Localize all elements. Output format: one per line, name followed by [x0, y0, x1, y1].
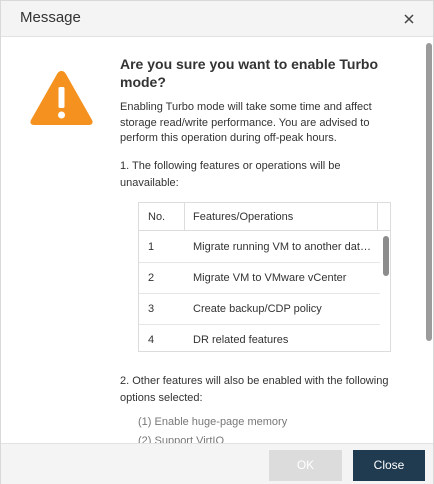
- table-header: No. Features/Operations: [139, 203, 390, 231]
- row-number: 4: [148, 334, 155, 346]
- row-feature: Create backup/CDP policy: [193, 303, 322, 315]
- table-row: 4 DR related features: [139, 325, 380, 351]
- close-button[interactable]: Close: [353, 450, 425, 481]
- unavailable-features-label: 1. The following features or operations …: [120, 160, 341, 189]
- dialog-heading: Are you sure you want to enable Turbo mo…: [120, 56, 378, 90]
- column-header-features: Features/Operations: [193, 211, 294, 223]
- table-scrollbar[interactable]: [383, 236, 389, 276]
- message-dialog: Message Are you sure you want to enable …: [0, 0, 434, 484]
- dialog-scrollbar[interactable]: [426, 43, 432, 341]
- column-header-no: No.: [148, 211, 166, 223]
- dialog-description: Enabling Turbo mode will take some time …: [120, 101, 372, 144]
- row-feature: Migrate VM to VMware vCenter: [193, 272, 347, 284]
- enabled-features-label: 2. Other features will also be enabled w…: [120, 375, 389, 404]
- row-number: 2: [148, 272, 155, 284]
- table-row: 1 Migrate running VM to another data cen…: [139, 232, 380, 263]
- warning-icon: [30, 71, 93, 125]
- row-feature: DR related features: [193, 334, 289, 346]
- column-divider: [377, 203, 378, 231]
- table-row: 3 Create backup/CDP policy: [139, 294, 380, 325]
- row-number: 3: [148, 303, 155, 315]
- ok-button[interactable]: OK: [269, 450, 342, 481]
- dialog-body[interactable]: Are you sure you want to enable Turbo mo…: [1, 38, 433, 443]
- option-huge-page-memory: (1) Enable huge-page memory: [138, 416, 288, 428]
- dialog-titlebar: Message: [1, 1, 433, 37]
- table-row: 2 Migrate VM to VMware vCenter: [139, 263, 380, 294]
- close-icon[interactable]: [401, 11, 417, 27]
- dialog-footer: OK Close: [1, 443, 433, 484]
- option-support-virtio: (2) Support VirtIO: [138, 435, 224, 443]
- row-feature: Migrate running VM to another data cente…: [193, 241, 373, 253]
- column-divider: [184, 203, 185, 231]
- dialog-title: Message: [20, 9, 81, 26]
- row-number: 1: [148, 241, 155, 253]
- table-body[interactable]: 1 Migrate running VM to another data cen…: [139, 232, 390, 351]
- features-table: No. Features/Operations 1 Migrate runnin…: [138, 202, 391, 352]
